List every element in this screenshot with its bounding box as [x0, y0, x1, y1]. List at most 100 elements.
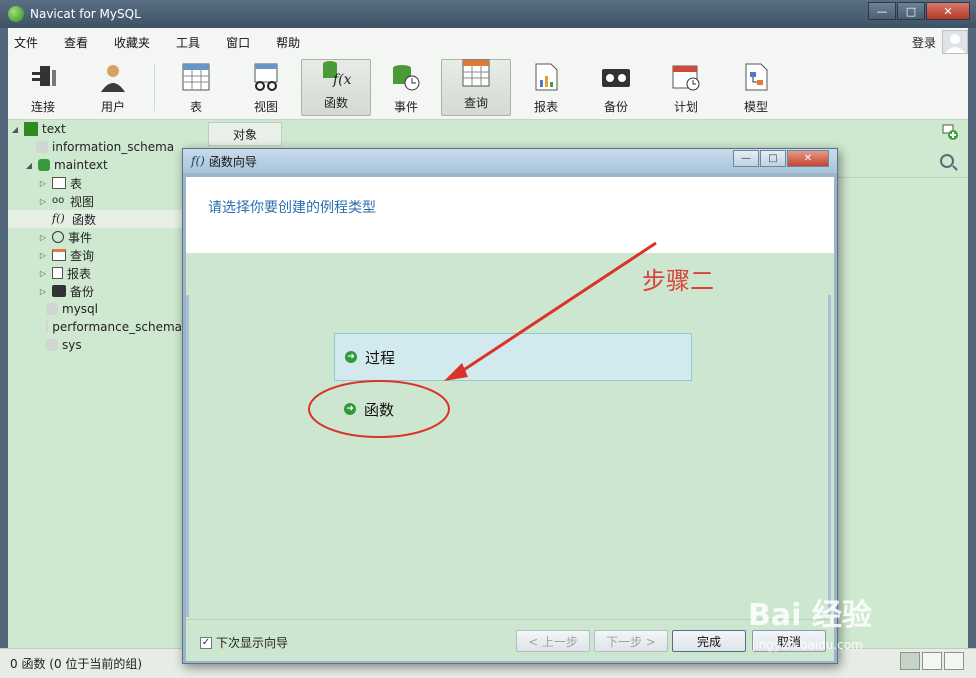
- view-icon: oo: [52, 195, 65, 206]
- dialog-title: 函数向导: [208, 154, 257, 169]
- tree-item-tables[interactable]: ▷ 表: [8, 174, 182, 192]
- navigation-tree: ◢ text information_schema ◢ maintext ▷ 表…: [8, 120, 182, 648]
- tree-item-queries[interactable]: ▷ 查询: [8, 246, 182, 264]
- toolbar-user-button[interactable]: 用户: [78, 56, 148, 119]
- search-icon[interactable]: [940, 154, 954, 168]
- expand-icon[interactable]: ▷: [38, 197, 48, 206]
- maximize-button[interactable]: □: [897, 2, 925, 20]
- dialog-body: 请选择你要创建的例程类型 ➜ 过程 ➜ 函数 步骤二 ✓ 下次显示向导 < 上一…: [186, 177, 834, 661]
- dialog-title-bar: f() 函数向导 — □ ✕: [183, 149, 837, 173]
- query-icon: [52, 249, 66, 261]
- tree-db-performance-schema[interactable]: performance_schema: [8, 318, 182, 336]
- dialog-left-edge: [186, 295, 189, 617]
- view-mode-toggle: [898, 652, 964, 670]
- tree-item-backups[interactable]: ▷ 备份: [8, 282, 182, 300]
- toolbar-model-button[interactable]: 模型: [721, 56, 791, 119]
- backup-icon: [52, 285, 66, 297]
- next-button[interactable]: 下一步 >: [594, 630, 668, 652]
- tree-db-mysql[interactable]: mysql: [8, 300, 182, 318]
- title-bar: Navicat for MySQL — □ ✕: [0, 0, 976, 28]
- main-toolbar: 连接 用户 表 视图 f(x) 函数 事件 查询 报表 备份 计划 模型: [8, 56, 968, 120]
- window-title: Navicat for MySQL: [30, 7, 141, 21]
- dialog-minimize-button[interactable]: —: [733, 150, 759, 167]
- list-view-icon[interactable]: [922, 652, 942, 670]
- toolbar-function-button[interactable]: f(x) 函数: [301, 59, 371, 116]
- toolbar-view-label: 视图: [253, 100, 278, 114]
- database-icon: [36, 141, 48, 153]
- tree-item-reports[interactable]: ▷ 报表: [8, 264, 182, 282]
- dialog-close-button[interactable]: ✕: [787, 150, 829, 167]
- tab-objects[interactable]: 对象: [208, 122, 282, 146]
- window-controls: — □ ✕: [867, 2, 970, 20]
- dialog-maximize-button[interactable]: □: [760, 150, 786, 167]
- database-icon: [38, 159, 50, 171]
- database-icon: [46, 321, 49, 333]
- tree-db-information-schema[interactable]: information_schema: [8, 138, 182, 156]
- add-object-icon[interactable]: [942, 124, 958, 140]
- menu-window[interactable]: 窗口: [213, 34, 263, 51]
- tree-item-events[interactable]: ▷ 事件: [8, 228, 182, 246]
- expand-icon[interactable]: ▷: [38, 287, 48, 296]
- toolbar-connect-label: 连接: [30, 100, 55, 114]
- tree-item-functions[interactable]: f() 函数: [8, 210, 182, 228]
- dialog-header: 请选择你要创建的例程类型: [186, 177, 834, 253]
- close-button[interactable]: ✕: [926, 2, 970, 20]
- menu-tools[interactable]: 工具: [163, 34, 213, 51]
- collapse-icon[interactable]: ◢: [24, 161, 34, 170]
- tree-db-maintext[interactable]: ◢ maintext: [8, 156, 182, 174]
- tree-item-label: 备份: [70, 284, 95, 299]
- finish-button[interactable]: 完成: [672, 630, 746, 652]
- toolbar-backup-button[interactable]: 备份: [581, 56, 651, 119]
- status-text: 0 函数 (0 位于当前的组): [10, 657, 143, 671]
- watermark-url: jingyan.baidu.com: [752, 638, 863, 652]
- svg-text:f(x): f(x): [332, 72, 351, 88]
- menu-help[interactable]: 帮助: [263, 34, 313, 51]
- menu-favorites[interactable]: 收藏夹: [101, 34, 163, 51]
- previous-button[interactable]: < 上一步: [516, 630, 590, 652]
- arrow-right-icon: ➜: [344, 403, 356, 415]
- table-icon: [52, 177, 66, 189]
- option-function[interactable]: ➜ 函数: [334, 385, 692, 433]
- minimize-button[interactable]: —: [868, 2, 896, 20]
- expand-icon[interactable]: ▷: [38, 269, 48, 278]
- tree-db-label: maintext: [54, 158, 108, 172]
- expand-icon[interactable]: ▷: [38, 251, 48, 260]
- toolbar-view-button[interactable]: 视图: [231, 56, 301, 119]
- toolbar-query-button[interactable]: 查询: [441, 59, 511, 116]
- toolbar-report-button[interactable]: 报表: [511, 56, 581, 119]
- toolbar-schedule-button[interactable]: 计划: [651, 56, 721, 119]
- menu-view[interactable]: 查看: [51, 34, 101, 51]
- function-icon: f(): [52, 212, 65, 225]
- grid-view-icon[interactable]: [900, 652, 920, 670]
- checkbox-check-icon[interactable]: ✓: [200, 636, 212, 649]
- toolbar-event-button[interactable]: 事件: [371, 56, 441, 119]
- toolbar-event-label: 事件: [393, 100, 418, 114]
- tree-item-views[interactable]: ▷ oo 视图: [8, 192, 182, 210]
- option-function-label: 函数: [364, 400, 395, 419]
- toolbar-table-button[interactable]: 表: [161, 56, 231, 119]
- tree-item-label: 表: [70, 176, 83, 191]
- tree-db-sys[interactable]: sys: [8, 336, 182, 354]
- avatar[interactable]: [942, 30, 968, 54]
- detail-view-icon[interactable]: [944, 652, 964, 670]
- show-wizard-checkbox[interactable]: ✓ 下次显示向导: [200, 634, 288, 651]
- view-icon: [251, 62, 281, 92]
- tree-db-label: information_schema: [52, 140, 175, 154]
- database-icon: [46, 339, 58, 351]
- menu-file[interactable]: 文件: [8, 34, 51, 51]
- toolbar-query-label: 查询: [463, 96, 488, 110]
- dialog-right-edge: [828, 295, 831, 617]
- collapse-icon[interactable]: ◢: [10, 125, 20, 134]
- expand-icon[interactable]: ▷: [38, 179, 48, 188]
- tree-item-label: 函数: [72, 212, 97, 227]
- option-procedure[interactable]: ➜ 过程: [334, 333, 692, 381]
- tree-connection-text[interactable]: ◢ text: [8, 120, 182, 138]
- arrow-right-icon: ➜: [345, 351, 357, 363]
- tree-db-label: mysql: [62, 302, 98, 316]
- expand-icon[interactable]: ▷: [38, 233, 48, 242]
- dialog-window-controls: — □ ✕: [732, 150, 829, 167]
- toolbar-connect-button[interactable]: 连接: [8, 56, 78, 119]
- connection-icon: [24, 122, 38, 136]
- login-link[interactable]: 登录: [912, 34, 936, 51]
- menu-bar: 文件 查看 收藏夹 工具 窗口 帮助 登录: [0, 28, 976, 56]
